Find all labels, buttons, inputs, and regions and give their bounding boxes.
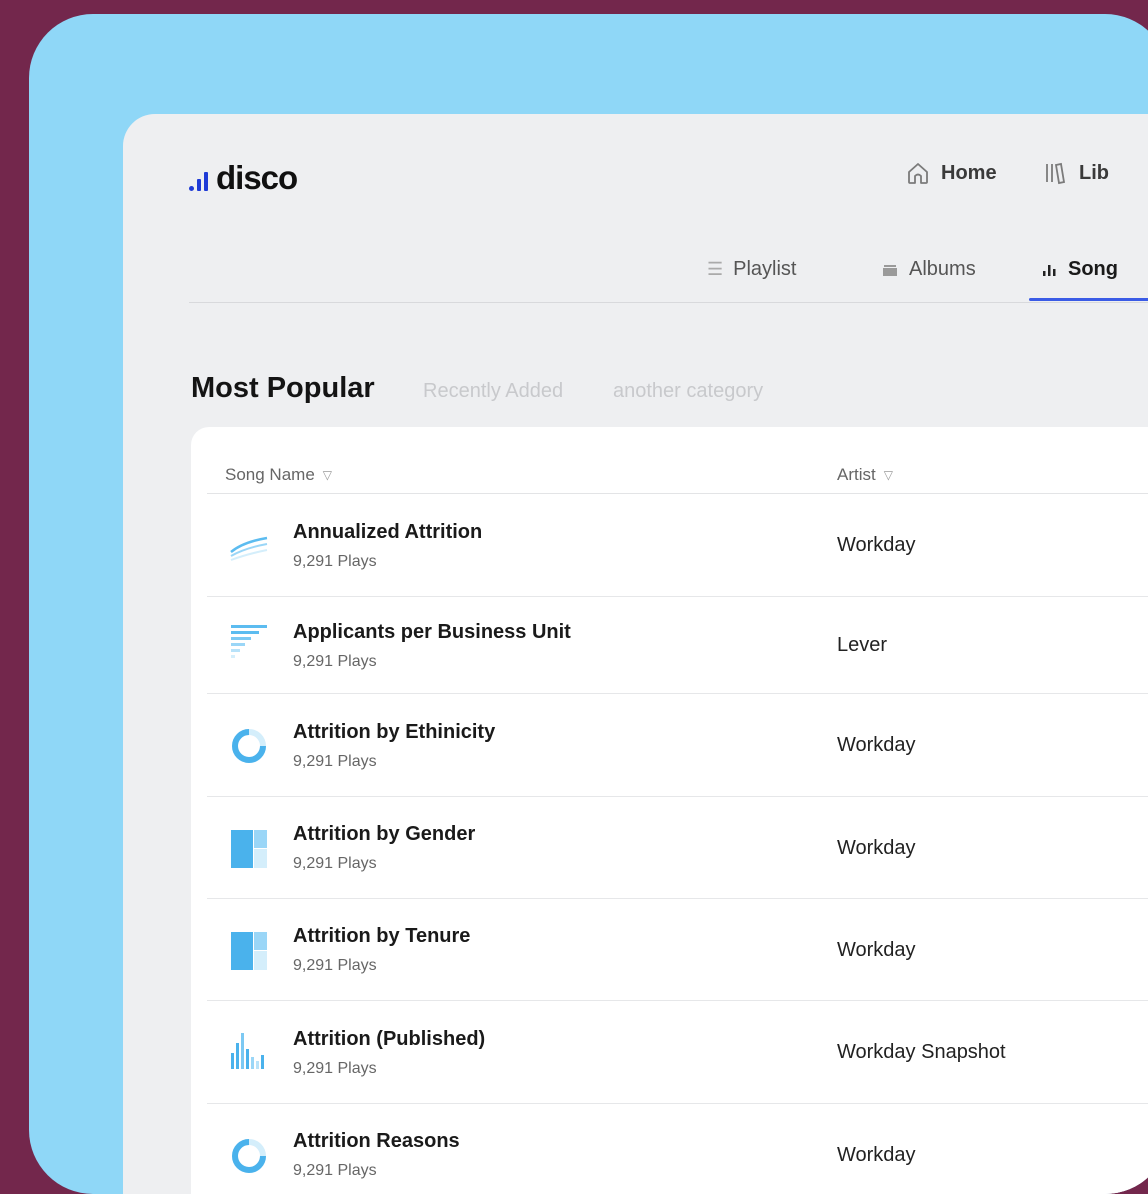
song-artist[interactable]: Workday [837, 534, 916, 557]
song-plays: 9,291 Plays [293, 1060, 377, 1077]
song-plays: 9,291 Plays [293, 957, 377, 974]
song-artist[interactable]: Lever [837, 634, 887, 657]
song-artist[interactable]: Workday [837, 837, 916, 860]
table-row[interactable]: Attrition (Published) 9,291 Plays Workda… [207, 1001, 1148, 1104]
songs-table: Song Name ▽ Artist ▽ Annualized Attritio… [191, 427, 1148, 1194]
song-title: Attrition Reasons [293, 1130, 460, 1152]
table-row[interactable]: Annualized Attrition 9,291 Plays Workday [207, 494, 1148, 597]
table-row[interactable]: Attrition Reasons 9,291 Plays Workday [207, 1104, 1148, 1194]
subnav-divider [189, 302, 1148, 303]
song-title: Attrition by Ethinicity [293, 721, 496, 743]
song-title: Attrition (Published) [293, 1028, 486, 1050]
column-header-song-name-label: Song Name [225, 465, 315, 484]
albums-icon [883, 264, 897, 276]
song-artist[interactable]: Workday [837, 939, 916, 962]
category-another[interactable]: another category [613, 380, 763, 403]
chevron-down-icon: ▽ [322, 468, 333, 482]
column-header-artist-label: Artist [837, 465, 876, 484]
column-chart-icon [231, 1033, 264, 1069]
song-artist[interactable]: Workday [837, 1144, 916, 1167]
column-header-song-name[interactable]: Song Name ▽ [225, 465, 332, 485]
song-title: Annualized Attrition [293, 521, 483, 543]
treemap-icon [231, 932, 267, 970]
category-recently-added[interactable]: Recently Added [423, 380, 563, 403]
background-frame: disco Home Lib ☰ Playlist Albums Song Mo… [29, 14, 1148, 1194]
nav-library-label: Lib [1079, 161, 1109, 184]
nav-library[interactable]: Lib [1043, 160, 1109, 186]
table-row[interactable]: Attrition by Gender 9,291 Plays Workday [207, 797, 1148, 899]
song-plays: 9,291 Plays [293, 855, 377, 872]
column-header-artist[interactable]: Artist ▽ [837, 465, 893, 485]
tab-songs[interactable]: Song [1040, 258, 1118, 281]
tab-playlist[interactable]: ☰ Playlist [707, 258, 797, 281]
songs-icon [1043, 264, 1056, 276]
nav-home-label: Home [941, 161, 997, 184]
bar-chart-icon [231, 625, 267, 658]
song-plays: 9,291 Plays [293, 753, 377, 770]
song-plays: 9,291 Plays [293, 1162, 377, 1179]
home-icon [908, 163, 928, 184]
line-chart-icon [230, 536, 268, 561]
logo-bars-icon [189, 171, 208, 191]
song-plays: 9,291 Plays [293, 553, 377, 570]
song-title: Applicants per Business Unit [293, 621, 571, 643]
song-artist[interactable]: Workday [837, 734, 916, 757]
tab-songs-label: Song [1068, 258, 1118, 280]
donut-chart-icon [232, 1139, 266, 1173]
chevron-down-icon: ▽ [883, 468, 893, 482]
song-title: Attrition by Gender [293, 823, 476, 845]
song-plays: 9,291 Plays [293, 653, 377, 670]
active-tab-indicator [1029, 298, 1148, 301]
list-icon: ☰ [707, 259, 724, 279]
brand-name: disco [216, 159, 298, 196]
song-artist[interactable]: Workday Snapshot [837, 1041, 1006, 1064]
nav-home[interactable]: Home [905, 160, 997, 186]
table-row[interactable]: Applicants per Business Unit 9,291 Plays… [207, 597, 1148, 694]
donut-chart-icon [232, 729, 266, 763]
tab-albums[interactable]: Albums [881, 258, 976, 281]
section-title: Most Popular [191, 372, 375, 404]
app-window: disco Home Lib ☰ Playlist Albums Song Mo… [123, 114, 1148, 1194]
table-row[interactable]: Attrition by Ethinicity 9,291 Plays Work… [207, 694, 1148, 797]
logo[interactable]: disco [189, 158, 298, 198]
library-icon [1046, 162, 1066, 185]
tab-playlist-label: Playlist [733, 258, 797, 280]
treemap-icon [231, 830, 267, 868]
song-title: Attrition by Tenure [293, 925, 471, 947]
table-row[interactable]: Attrition by Tenure 9,291 Plays Workday [207, 899, 1148, 1001]
tab-albums-label: Albums [909, 258, 976, 280]
